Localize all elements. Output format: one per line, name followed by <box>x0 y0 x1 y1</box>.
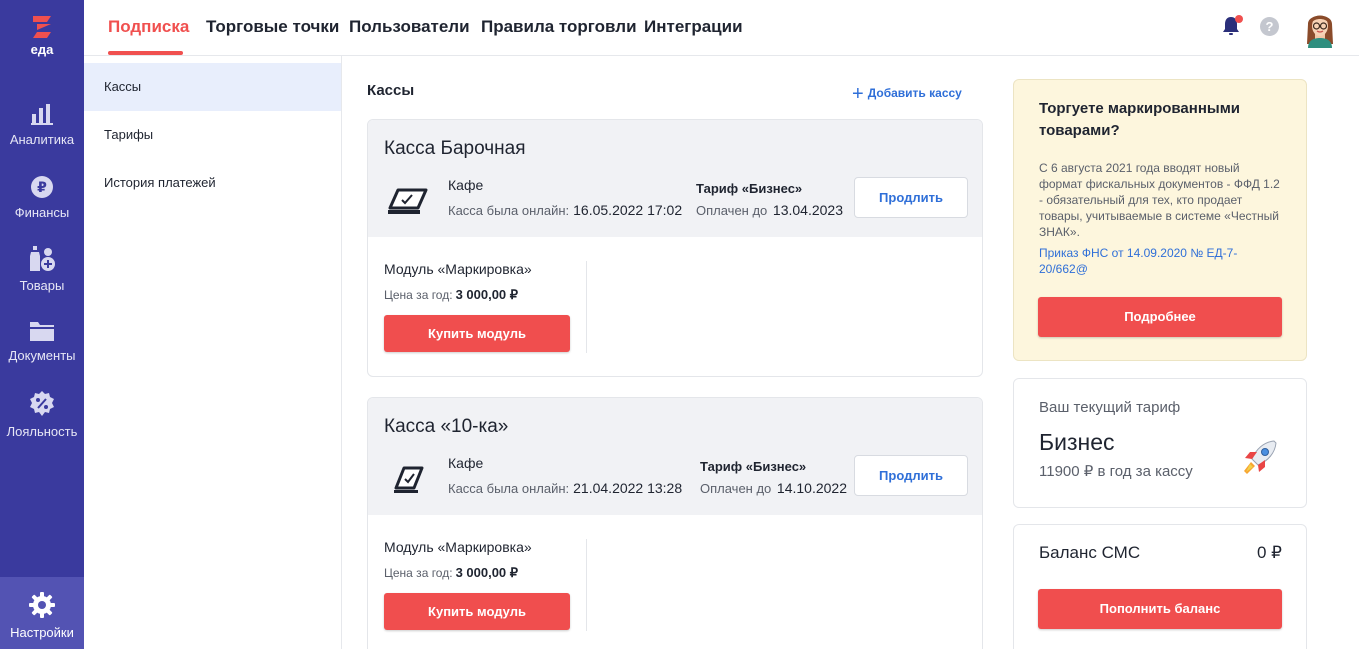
discount-badge-icon <box>30 391 54 416</box>
online-label: Касса была онлайн: <box>448 203 570 218</box>
cash-register-icon <box>394 466 424 493</box>
rail-item-label: Аналитика <box>9 132 75 147</box>
rail-item-analytics[interactable]: Аналитика <box>0 102 84 147</box>
register-paid-until: Оплачен до 13.04.2023 <box>696 202 843 218</box>
module-title: Модуль «Маркировка» <box>384 539 532 555</box>
buy-module-button[interactable]: Купить модуль <box>384 315 570 352</box>
logo-icon <box>33 16 51 38</box>
promo-text: С 6 августа 2021 года вводят новый форма… <box>1039 161 1280 239</box>
submenu-item-payment-history[interactable]: История платежей <box>84 159 341 207</box>
plan-label: Ваш текущий тариф <box>1039 399 1181 416</box>
rocket-icon <box>1244 440 1277 474</box>
module-price: Цена за год: 3 000,00 ₽ <box>384 287 518 303</box>
rail-item-label: Финансы <box>14 205 70 220</box>
module-price: Цена за год: 3 000,00 ₽ <box>384 565 518 581</box>
gear-icon <box>29 592 55 618</box>
plus-icon: + <box>852 83 864 105</box>
logo-text: еда <box>30 42 54 57</box>
card-divider <box>586 539 587 631</box>
online-value: 21.04.2022 13:28 <box>573 480 683 496</box>
paid-label: Оплачен до <box>700 481 772 496</box>
rail-item-label: Лояльность <box>6 424 78 439</box>
tab-trade-rules[interactable]: Правила торговли <box>481 17 637 37</box>
rail-item-loyalty[interactable]: Лояльность <box>0 390 84 439</box>
register-venue: Кафе <box>448 455 484 471</box>
paid-value: 14.10.2022 <box>776 480 847 496</box>
register-paid-until: Оплачен до 14.10.2022 <box>700 480 847 496</box>
tab-integrations[interactable]: Интеграции <box>644 17 743 37</box>
module-price-value: 3 000,00 ₽ <box>455 565 519 580</box>
goods-icon <box>30 246 55 271</box>
register-card: Касса «10-ка» Кафе Касса была онлайн: 21.… <box>367 397 983 649</box>
promo-order-link[interactable]: Приказ ФНС от 14.09.2020 № ЕД-7-20/662@ <box>1039 245 1284 277</box>
register-card: Касса Барочная Кафе Касса была онлайн: 16… <box>367 119 983 377</box>
rail-item-label: Документы <box>8 348 76 363</box>
add-register-link[interactable]: + Добавить кассу <box>852 83 962 106</box>
register-online-status: Касса была онлайн: 16.05.2022 17:02 <box>448 202 682 218</box>
active-tab-indicator <box>108 51 183 55</box>
online-label: Касса была онлайн: <box>448 481 570 496</box>
svg-text:₽: ₽ <box>37 180 47 196</box>
ruble-coin-icon: ₽ <box>31 176 53 198</box>
rail-item-settings[interactable]: Настройки <box>0 577 84 649</box>
renew-button[interactable]: Продлить <box>854 455 968 496</box>
buy-module-button[interactable]: Купить модуль <box>384 593 570 630</box>
register-title: Касса «10-ка» <box>384 416 509 437</box>
module-price-value: 3 000,00 ₽ <box>455 287 519 302</box>
avatar[interactable] <box>1302 8 1338 48</box>
card-divider <box>586 261 587 353</box>
side-rail: еда Аналитика ₽ Финансы Товары Документы… <box>0 0 84 649</box>
register-venue: Кафе <box>448 177 484 193</box>
online-value: 16.05.2022 17:02 <box>573 202 683 218</box>
notification-dot <box>1235 15 1243 23</box>
plan-name: Бизнес <box>1039 429 1115 455</box>
register-title: Касса Барочная <box>384 138 526 159</box>
tab-subscription[interactable]: Подписка <box>108 17 189 37</box>
renew-button[interactable]: Продлить <box>854 177 968 218</box>
submenu-item-tariffs[interactable]: Тарифы <box>84 111 341 159</box>
paid-value: 13.04.2023 <box>772 202 843 218</box>
current-plan-panel: Ваш текущий тариф Бизнес 11900 ₽ в год з… <box>1013 378 1307 508</box>
module-title: Модуль «Маркировка» <box>384 261 532 277</box>
submenu-item-registers[interactable]: Кассы <box>84 63 341 111</box>
rail-item-label: Настройки <box>10 625 74 640</box>
paid-label: Оплачен до <box>696 203 768 218</box>
rail-item-label: Товары <box>19 278 65 293</box>
help-icon[interactable]: ? <box>1260 17 1279 36</box>
sms-balance-panel: Баланс СМС 0 ₽ Пополнить баланс <box>1013 524 1307 649</box>
register-tariff: Тариф «Бизнес» <box>696 181 803 196</box>
cash-register-icon <box>388 188 428 214</box>
add-register-label: Добавить кассу <box>867 86 962 100</box>
tab-outlets[interactable]: Торговые точки <box>206 17 339 37</box>
module-price-label: Цена за год: <box>384 566 453 580</box>
promo-title: Торгуете маркированными товарами? <box>1039 100 1241 139</box>
bar-chart-icon <box>31 104 53 125</box>
tab-users[interactable]: Пользователи <box>349 17 470 37</box>
sms-balance-label: Баланс СМС <box>1039 543 1141 562</box>
top-nav: Подписка Торговые точки Пользователи Пра… <box>84 0 1359 56</box>
register-tariff: Тариф «Бизнес» <box>700 459 807 474</box>
sms-balance-value: 0 ₽ <box>1257 543 1282 562</box>
folder-icon <box>30 322 54 341</box>
plan-price: 11900 ₽ в год за кассу <box>1039 463 1193 480</box>
settings-submenu: Кассы Тарифы История платежей <box>84 56 342 649</box>
rail-item-documents[interactable]: Документы <box>0 320 84 363</box>
details-button[interactable]: Подробнее <box>1038 297 1282 337</box>
module-price-label: Цена за год: <box>384 288 453 302</box>
rail-item-finance[interactable]: ₽ Финансы <box>0 175 84 220</box>
top-up-balance-button[interactable]: Пополнить баланс <box>1038 589 1282 629</box>
app-logo[interactable]: еда <box>0 12 84 57</box>
rail-item-goods[interactable]: Товары <box>0 246 84 293</box>
register-online-status: Касса была онлайн: 21.04.2022 13:28 <box>448 480 682 496</box>
marking-promo-panel: Торгуете маркированными товарами? С 6 ав… <box>1013 79 1307 361</box>
page-title: Кассы <box>367 82 415 99</box>
